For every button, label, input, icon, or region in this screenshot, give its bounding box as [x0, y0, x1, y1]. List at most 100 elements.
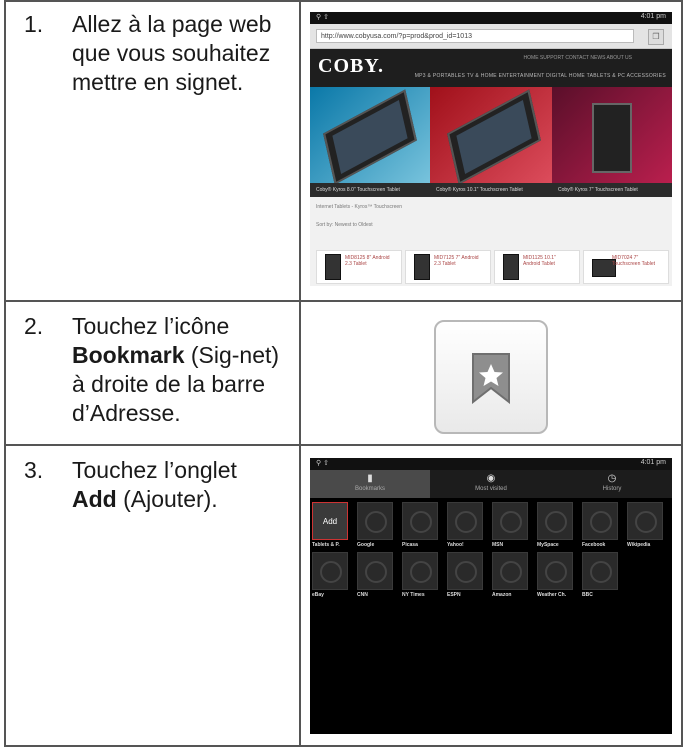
url-field[interactable]: http://www.cobyusa.com/?p=prod&prod_id=1…: [316, 29, 634, 43]
bookmark-label: MSN: [492, 542, 504, 548]
globe-icon: [590, 561, 612, 583]
bookmark-label: ESPN: [447, 592, 461, 598]
product-label: MID1125 10.1" Android Tablet: [523, 255, 556, 267]
sort-text[interactable]: Sort by: Newest to Oldest: [316, 222, 373, 228]
site-top-links: HOME SUPPORT CONTACT NEWS ABOUT US: [523, 55, 632, 61]
bookmark-label: eBay: [312, 592, 324, 598]
eye-icon: ◉: [486, 473, 496, 484]
table-border-bottom: [4, 745, 683, 747]
bookmark-tile[interactable]: [447, 552, 483, 590]
bookmark-tile[interactable]: [537, 502, 573, 540]
add-label: Add: [322, 517, 338, 526]
bookmark-tile[interactable]: [582, 552, 618, 590]
product-card[interactable]: MID1125 10.1" Android Tablet: [494, 250, 580, 284]
globe-icon: [365, 511, 387, 533]
bookmark-label: NY Times: [402, 592, 425, 598]
status-time: 4:01 pm: [640, 13, 666, 20]
hero-banner: Coby® Kyros 10.1" Touchscreen Tablet: [430, 87, 552, 197]
table-border-right: [681, 0, 683, 747]
step-text-part: Touchez l’onglet: [72, 457, 237, 483]
step-text-part: Allez à la page web que vous souhaitez m…: [72, 11, 272, 95]
tab-label: Most visited: [475, 486, 507, 492]
bookmark-tile[interactable]: [312, 552, 348, 590]
bookmark-tile[interactable]: [357, 552, 393, 590]
add-bookmark-tile[interactable]: Add: [312, 502, 348, 540]
product-image: [325, 254, 341, 280]
bookmark-tile[interactable]: [537, 552, 573, 590]
bookmark-tabs: ▮ Bookmarks ◉ Most visited ◷ History: [310, 470, 672, 498]
status-bar: ⚲ ⇧ 4:01 pm: [310, 458, 672, 470]
usb-icon: ⚲ ⇧: [316, 14, 329, 21]
bookmark-button-icon: [434, 320, 548, 434]
bookmark-label: Weather Ch.: [537, 592, 567, 598]
step-number: 3.: [24, 457, 44, 483]
status-bar: ⚲ ⇧ 4:01 pm: [310, 12, 672, 24]
product-card[interactable]: MID7125 7" Android 2.3 Tablet: [405, 250, 491, 284]
bookmark-label: Picasa: [402, 542, 418, 548]
bookmark-tile[interactable]: [402, 502, 438, 540]
step-text-part: Touchez l’icône: [72, 313, 230, 339]
tab-label: Bookmarks: [354, 486, 385, 492]
globe-icon: [320, 561, 342, 583]
product-card[interactable]: MID8125 8" Android 2.3 Tablet: [316, 250, 402, 284]
bookmark-tile[interactable]: [492, 502, 528, 540]
globe-icon: [635, 511, 657, 533]
site-header: COBY. HOME SUPPORT CONTACT NEWS ABOUT US…: [310, 49, 672, 87]
tab-history[interactable]: ◷ History: [552, 470, 672, 498]
tab-most-visited[interactable]: ◉ Most visited: [430, 470, 552, 498]
bookmark-label: Facebook: [582, 542, 606, 548]
step-text-bold: Bookmark: [72, 342, 185, 368]
table-border-top: [4, 0, 683, 2]
bookmark-tile[interactable]: [492, 552, 528, 590]
step-text-bold: Add: [72, 486, 117, 512]
bookmark-tile[interactable]: [447, 502, 483, 540]
bookmark-label: Yahoo!: [447, 542, 464, 548]
globe-icon: [455, 511, 477, 533]
bookmark-label: Amazon: [492, 592, 512, 598]
hero-banner: Coby® Kyros 7" Touchscreen Tablet: [552, 87, 672, 197]
tab-bookmarks[interactable]: ▮ Bookmarks: [310, 470, 430, 498]
globe-icon: [410, 561, 432, 583]
globe-icon: [500, 511, 522, 533]
bookmark-label: Wikipedia: [627, 542, 651, 548]
bookmark-tile[interactable]: [582, 502, 618, 540]
bookmark-tile[interactable]: [627, 502, 663, 540]
globe-icon: [500, 561, 522, 583]
globe-icon: [590, 511, 612, 533]
tablet-image: [323, 89, 417, 185]
clock-icon: ◷: [607, 473, 617, 484]
banner-caption: Coby® Kyros 10.1" Touchscreen Tablet: [430, 183, 552, 197]
product-label: MID7024 7" Touchscreen Tablet: [612, 255, 655, 267]
address-bar: http://www.cobyusa.com/?p=prod&prod_id=1…: [310, 24, 672, 49]
table-divider: [4, 300, 683, 302]
tablet-image: [592, 103, 632, 173]
bookmark-ribbon-icon: [472, 353, 510, 404]
product-image: [503, 254, 519, 280]
bookmark-icon[interactable]: ❒: [648, 29, 664, 45]
globe-icon: [455, 561, 477, 583]
step-text: Allez à la page web que vous souhaitez m…: [72, 10, 282, 97]
product-card[interactable]: MID7024 7" Touchscreen Tablet: [583, 250, 669, 284]
step-text-part: (Ajouter).: [116, 486, 218, 512]
tab-label: History: [602, 486, 622, 492]
bookmark-tile[interactable]: [402, 552, 438, 590]
bookmarks-screenshot: ⚲ ⇧ 4:01 pm ▮ Bookmarks ◉ Most visited ◷ Hi…: [310, 458, 672, 734]
bookmark-label: Tablets & P.: [312, 542, 340, 548]
bookmark-label: BBC: [582, 592, 593, 598]
status-time: 4:01 pm: [640, 459, 666, 466]
step-text: Touchez l’onglet Add (Ajouter).: [72, 456, 282, 514]
coby-logo: COBY.: [318, 55, 384, 77]
site-nav: MP3 & PORTABLES TV & HOME ENTERTAINMENT …: [414, 73, 666, 79]
usb-icon: ⚲ ⇧: [316, 460, 329, 467]
product-label: MID8125 8" Android 2.3 Tablet: [345, 255, 390, 267]
banner-caption: Coby® Kyros 7" Touchscreen Tablet: [552, 183, 672, 197]
step-text: Touchez l’icône Bookmark (Sig-net) à dro…: [72, 312, 282, 428]
bookmark-tile[interactable]: [357, 502, 393, 540]
bookmark-icon: ▮: [367, 473, 373, 484]
step-number: 2.: [24, 313, 44, 339]
globe-icon: [545, 561, 567, 583]
bookmark-label: MySpace: [537, 542, 559, 548]
step-number: 1.: [24, 11, 44, 37]
hero-banner: Coby® Kyros 8.0" Touchscreen Tablet: [310, 87, 430, 197]
category-text: Internet Tablets - Kyros™ Touchscreen: [316, 204, 402, 210]
